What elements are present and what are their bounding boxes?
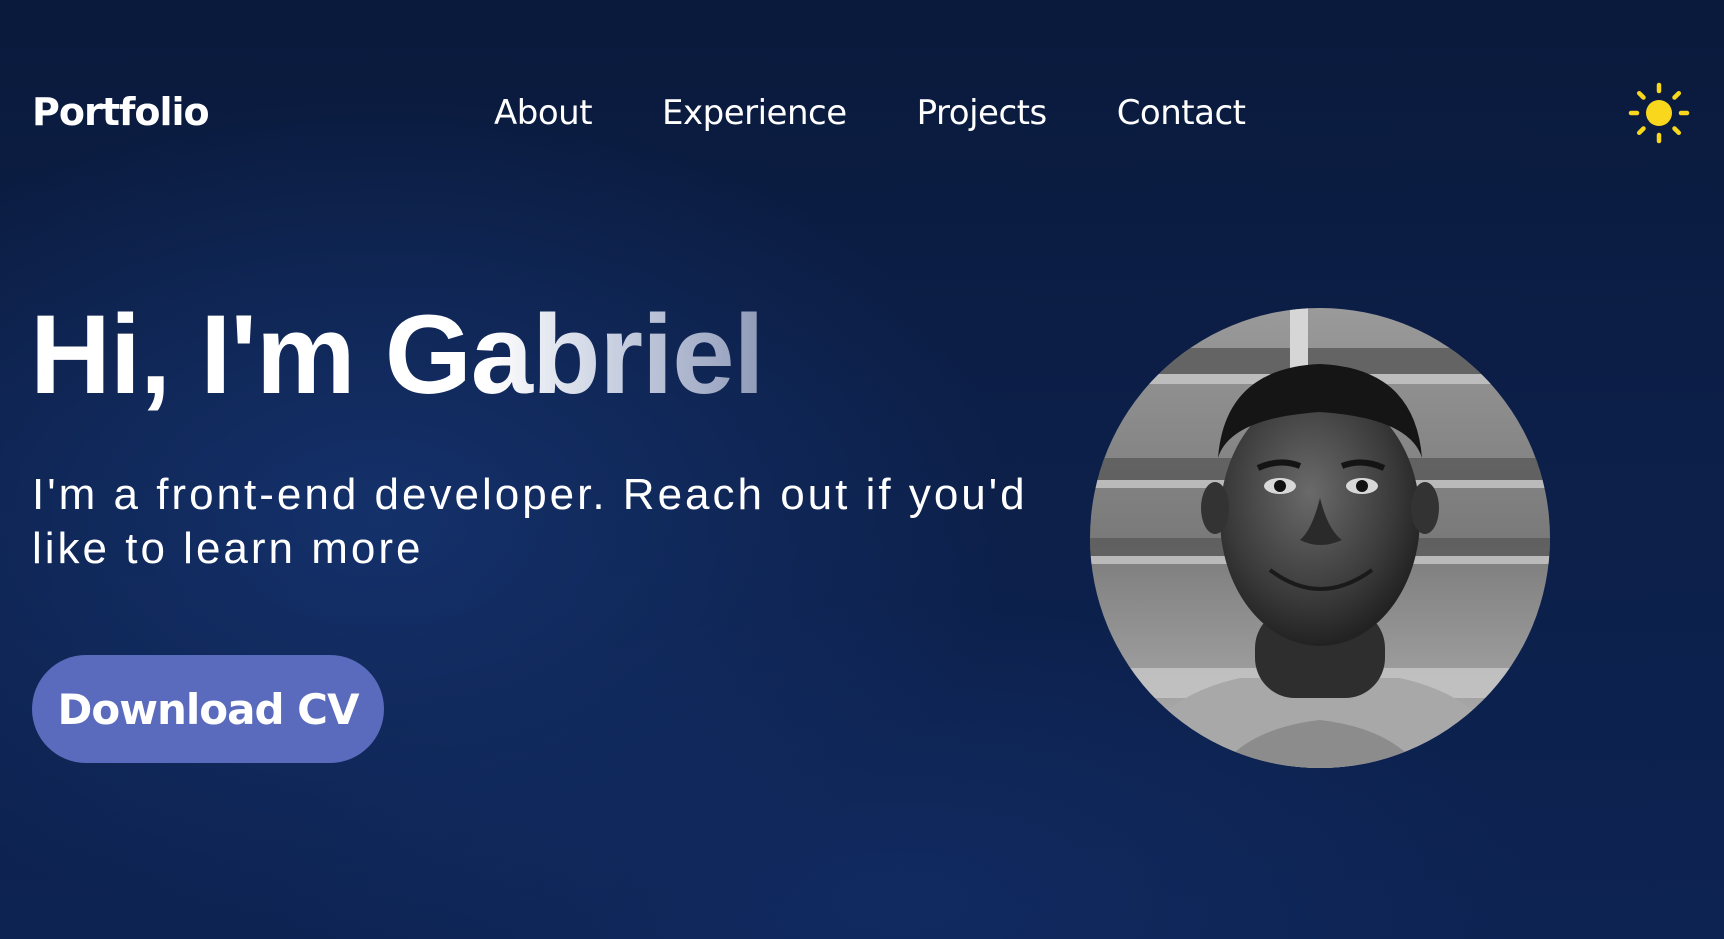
nav-link-projects[interactable]: Projects xyxy=(917,93,1048,133)
profile-photo xyxy=(1090,308,1550,768)
nav-link-experience[interactable]: Experience xyxy=(662,93,847,133)
nav-item-contact: Contact xyxy=(1117,88,1246,138)
hero-title: Hi, I'm Gabriel xyxy=(30,290,765,420)
hero-subtitle: I'm a front-end developer. Reach out if … xyxy=(32,470,1028,573)
sun-icon xyxy=(1628,82,1690,144)
logo[interactable]: Portfolio xyxy=(32,86,210,138)
navbar: Portfolio About Experience Projects Cont… xyxy=(0,0,1724,225)
portfolio-page: Portfolio About Experience Projects Cont… xyxy=(0,0,1724,939)
nav-item-experience: Experience xyxy=(662,88,917,138)
nav-item-about: About xyxy=(494,88,662,138)
theme-toggle-button[interactable] xyxy=(1628,82,1690,144)
nav-link-about[interactable]: About xyxy=(494,93,593,133)
nav-links: About Experience Projects Contact xyxy=(494,88,1246,138)
avatar xyxy=(1090,308,1550,768)
nav-item-projects: Projects xyxy=(917,88,1117,138)
download-cv-button[interactable]: Download CV xyxy=(32,655,384,763)
nav-link-contact[interactable]: Contact xyxy=(1117,93,1246,133)
